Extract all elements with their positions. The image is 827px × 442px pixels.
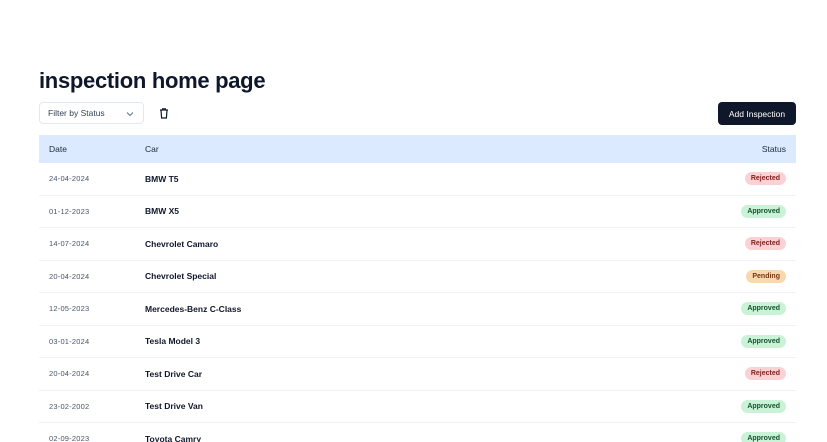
row-date: 12-05-2023 bbox=[49, 304, 90, 314]
header-car[interactable]: Car bbox=[145, 144, 676, 154]
row-car: BMW X5 bbox=[145, 206, 179, 217]
row-status-cell: Rejected bbox=[676, 367, 796, 381]
status-badge: Approved bbox=[741, 399, 786, 413]
row-date: 14-07-2024 bbox=[49, 239, 90, 249]
row-status-cell: Pending bbox=[676, 269, 796, 283]
row-date: 01-12-2023 bbox=[49, 206, 90, 216]
table-row[interactable]: 02-09-2023 Toyota Camry Approved bbox=[39, 423, 796, 442]
status-badge: Approved bbox=[741, 204, 786, 218]
inspections-table: Date Car Status 24-04-2024 BMW T5 Rejected… bbox=[39, 135, 796, 442]
status-badge: Rejected bbox=[744, 172, 786, 186]
row-date: 24-04-2024 bbox=[49, 174, 90, 184]
row-car: BMW T5 bbox=[145, 173, 179, 184]
table-row[interactable]: 24-04-2024 BMW T5 Rejected bbox=[39, 163, 796, 196]
row-date: 20-04-2024 bbox=[49, 271, 90, 281]
table-row[interactable]: 01-12-2023 BMW X5 Approved bbox=[39, 196, 796, 228]
table-row[interactable]: 14-07-2024 Chevrolet Camaro Rejected bbox=[39, 228, 796, 261]
page-title: inspection home page bbox=[39, 68, 266, 93]
toolbar: Filter by Status Add Inspection bbox=[39, 102, 796, 126]
chevron-down-icon bbox=[126, 112, 134, 117]
status-badge: Rejected bbox=[744, 237, 786, 251]
add-inspection-button[interactable]: Add Inspection bbox=[718, 102, 796, 125]
row-status-cell: Rejected bbox=[676, 237, 796, 251]
header-date[interactable]: Date bbox=[39, 144, 145, 154]
table-row[interactable]: 20-04-2024 Chevrolet Special Pending bbox=[39, 261, 796, 293]
row-car: Test Drive Car bbox=[145, 368, 203, 379]
status-badge: Approved bbox=[741, 302, 786, 316]
status-badge: Approved bbox=[741, 334, 786, 348]
row-car: Mercedes-Benz C-Class bbox=[145, 303, 242, 314]
table-body: 24-04-2024 BMW T5 Rejected 01-12-2023 BMW X5… bbox=[39, 163, 796, 442]
trash-icon[interactable] bbox=[157, 106, 171, 120]
status-badge: Rejected bbox=[744, 367, 786, 381]
row-car: Chevrolet Camaro bbox=[145, 238, 219, 249]
table-row[interactable]: 20-04-2024 Test Drive Car Rejected bbox=[39, 358, 796, 391]
row-car: Tesla Model 3 bbox=[145, 336, 201, 347]
row-status-cell: Approved bbox=[676, 432, 796, 442]
status-filter-select[interactable]: Filter by Status bbox=[39, 102, 144, 124]
status-badge: Pending bbox=[746, 269, 786, 283]
row-status-cell: Approved bbox=[676, 204, 796, 218]
table-row[interactable]: 23-02-2002 Test Drive Van Approved bbox=[39, 391, 796, 423]
row-car: Toyota Camry bbox=[145, 433, 202, 442]
table-header: Date Car Status bbox=[39, 135, 796, 163]
table-row[interactable]: 03-01-2024 Tesla Model 3 Approved bbox=[39, 326, 796, 358]
row-status-cell: Approved bbox=[676, 399, 796, 413]
status-badge: Approved bbox=[741, 432, 786, 442]
row-date: 03-01-2024 bbox=[49, 336, 90, 346]
row-car: Test Drive Van bbox=[145, 401, 203, 412]
row-status-cell: Approved bbox=[676, 334, 796, 348]
row-date: 20-04-2024 bbox=[49, 369, 90, 379]
row-status-cell: Rejected bbox=[676, 172, 796, 186]
page: inspection home page Filter by Status Ad… bbox=[0, 0, 827, 442]
row-date: 02-09-2023 bbox=[49, 434, 90, 442]
header-status[interactable]: Status bbox=[676, 144, 796, 154]
status-filter-label: Filter by Status bbox=[48, 108, 105, 118]
table-row[interactable]: 12-05-2023 Mercedes-Benz C-Class Approved bbox=[39, 293, 796, 326]
row-status-cell: Approved bbox=[676, 302, 796, 316]
row-car: Chevrolet Special bbox=[145, 271, 217, 282]
row-date: 23-02-2002 bbox=[49, 401, 90, 411]
